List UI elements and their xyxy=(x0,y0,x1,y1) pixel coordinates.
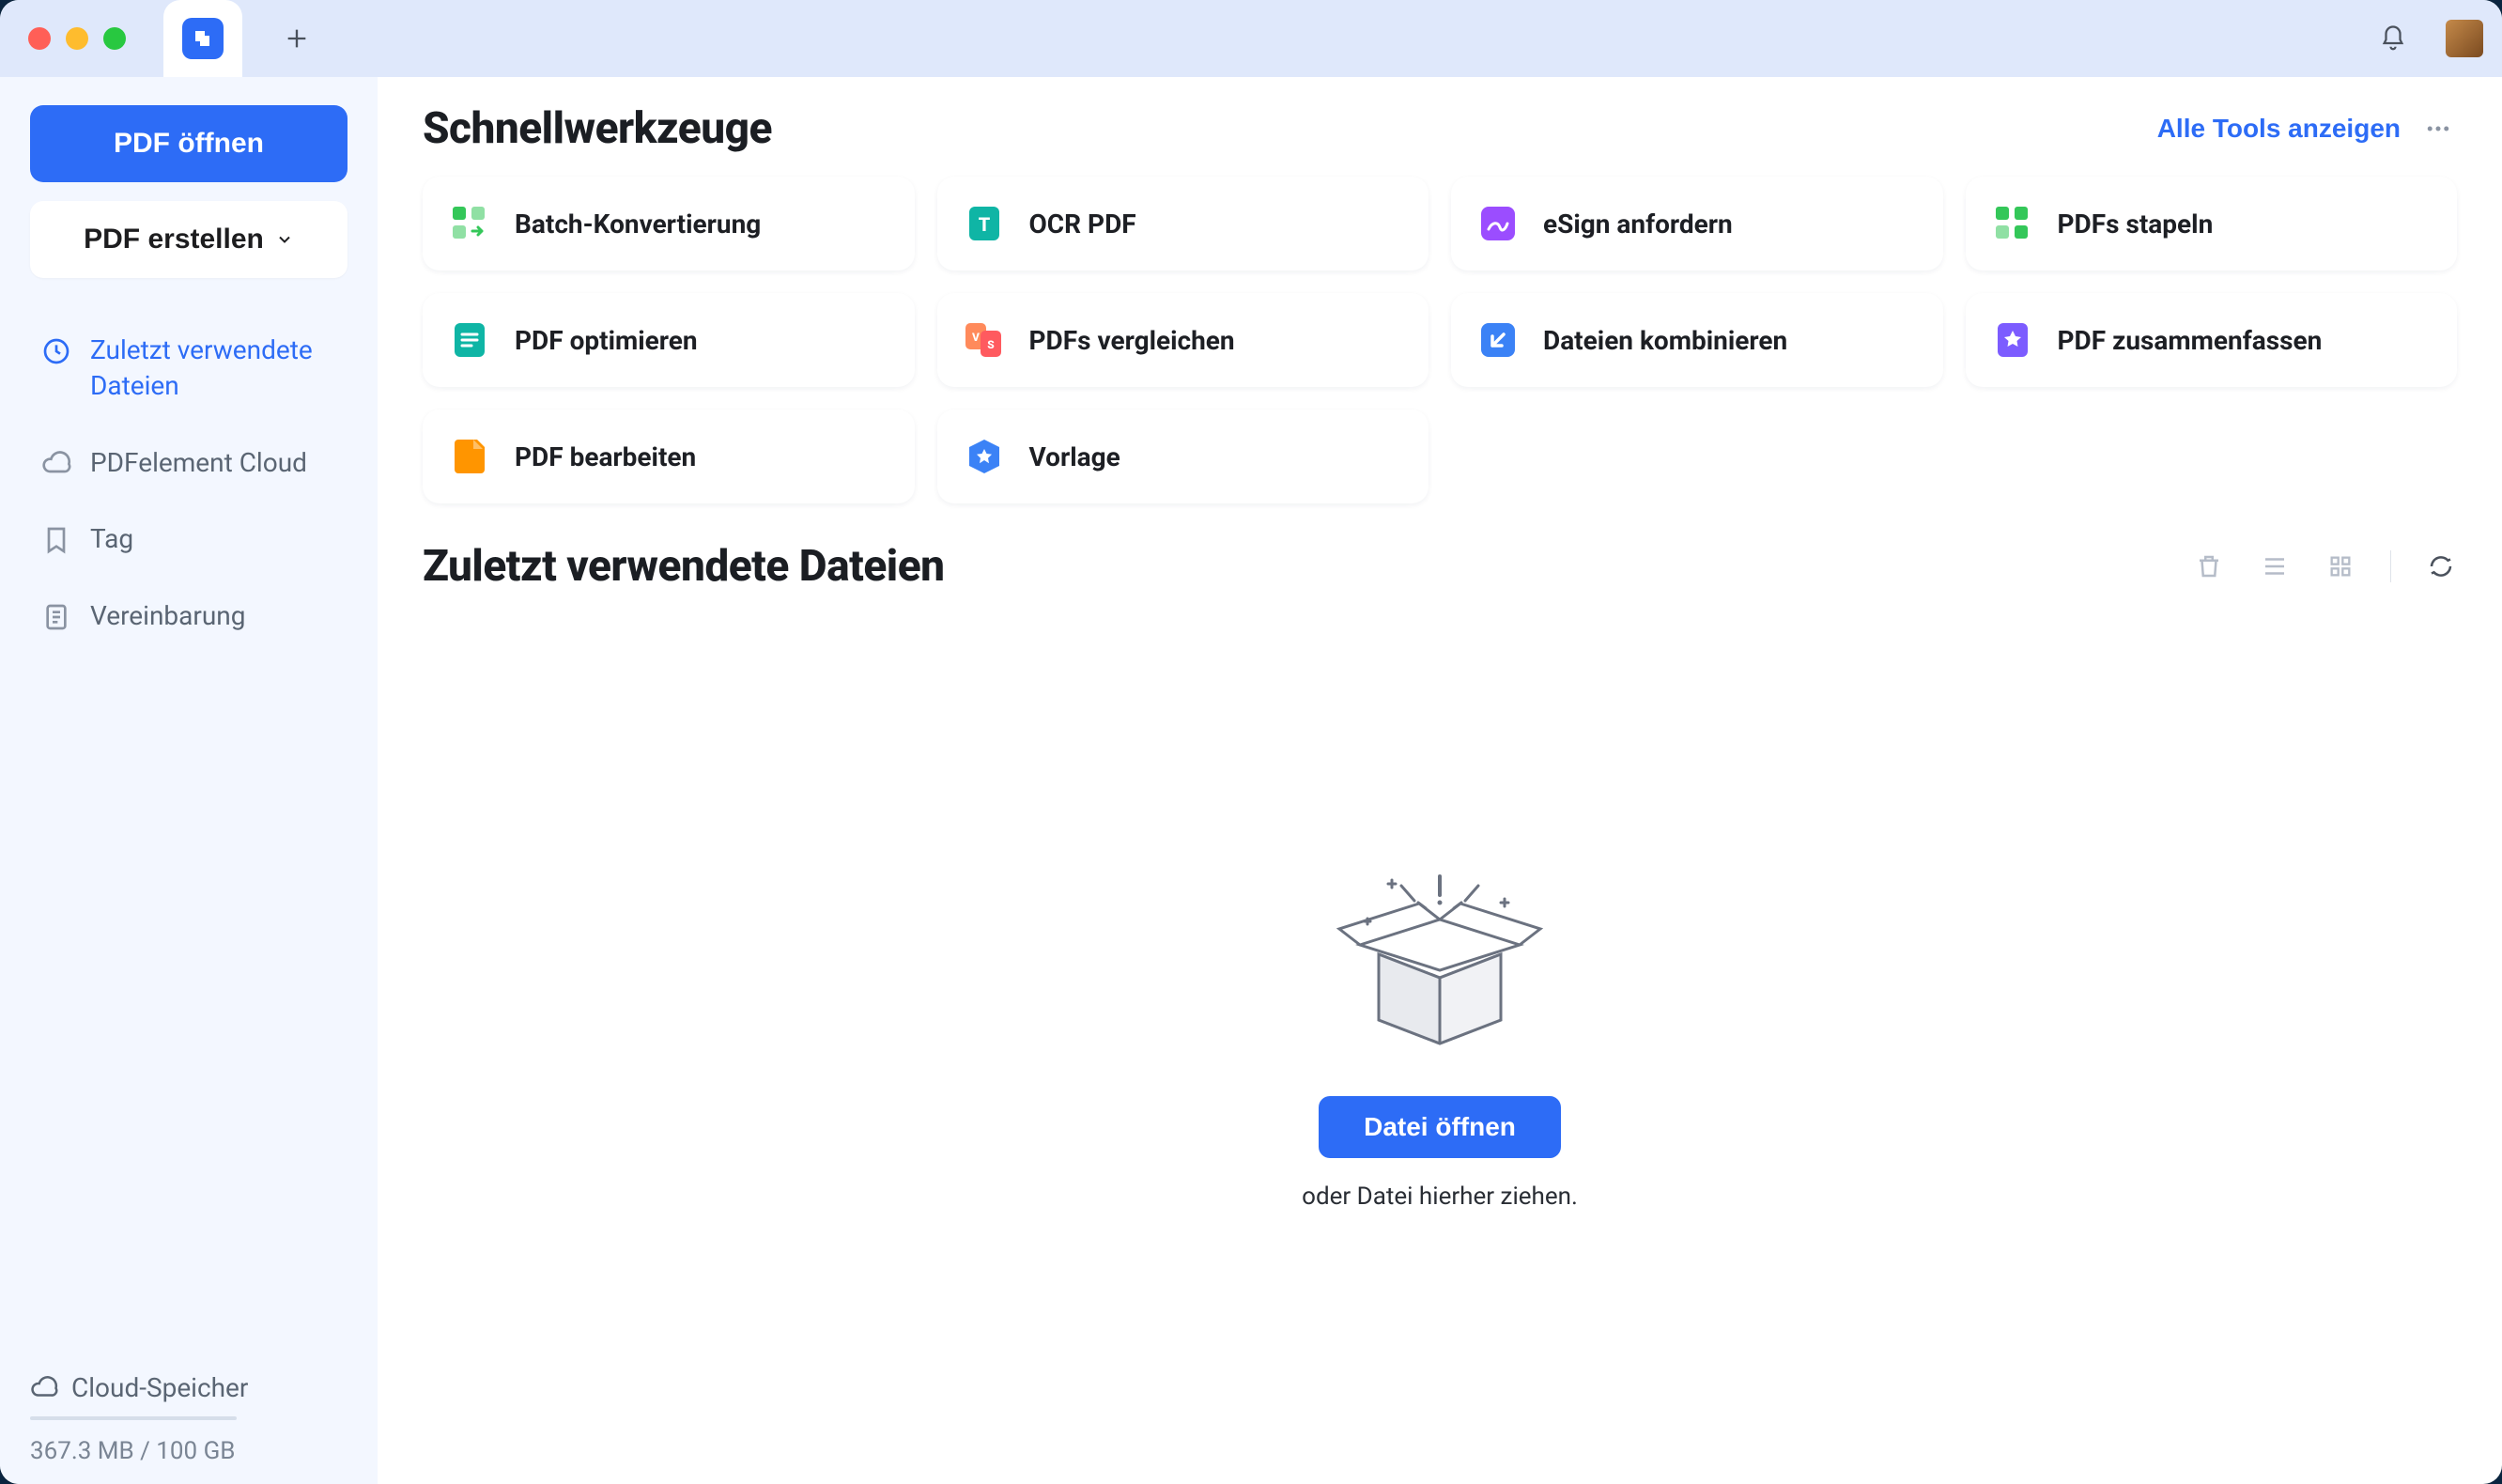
tool-card[interactable]: PDF zusammenfassen xyxy=(1966,293,2458,387)
template-icon xyxy=(962,434,1007,479)
sidebar-item-agreement[interactable]: Vereinbarung xyxy=(30,580,348,653)
quick-tools-header: Schnellwerkzeuge Alle Tools anzeigen xyxy=(423,103,2457,154)
tool-label: PDF zusammenfassen xyxy=(2058,325,2323,356)
bookmark-icon xyxy=(41,525,71,555)
tool-card[interactable]: VS PDFs vergleichen xyxy=(937,293,1429,387)
tool-card[interactable]: eSign anfordern xyxy=(1451,177,1943,271)
quick-tools-title: Schnellwerkzeuge xyxy=(423,103,772,154)
minimize-window-button[interactable] xyxy=(66,27,88,50)
show-all-tools-link[interactable]: Alle Tools anzeigen xyxy=(2157,114,2401,144)
tool-label: PDF optimieren xyxy=(515,325,698,356)
cloud-storage-label: Cloud-Speicher xyxy=(71,1372,248,1403)
tool-card[interactable]: PDFs stapeln xyxy=(1966,177,2458,271)
tool-label: Vorlage xyxy=(1029,441,1120,472)
open-pdf-button[interactable]: PDF öffnen xyxy=(30,105,348,182)
cloud-storage-link[interactable]: Cloud-Speicher xyxy=(30,1372,348,1403)
separator xyxy=(2390,550,2391,582)
chevron-down-icon xyxy=(275,230,294,249)
combine-icon xyxy=(1475,317,1521,363)
sidebar-item-tag[interactable]: Tag xyxy=(30,502,348,576)
titlebar xyxy=(0,0,2502,77)
batch-convert-icon xyxy=(447,201,492,246)
main-content: Schnellwerkzeuge Alle Tools anzeigen Bat… xyxy=(378,77,2502,1484)
sidebar-item-cloud[interactable]: PDFelement Cloud xyxy=(30,426,348,500)
optimize-icon xyxy=(447,317,492,363)
home-tab[interactable] xyxy=(163,0,242,77)
tool-label: PDFs vergleichen xyxy=(1029,325,1235,356)
tool-label: eSign anfordern xyxy=(1543,209,1733,240)
tool-card[interactable]: Batch-Konvertierung xyxy=(423,177,915,271)
storage-usage: 367.3 MB / 100 GB xyxy=(30,1437,348,1465)
sidebar-item-label: Zuletzt verwendete Dateien xyxy=(90,332,336,404)
drag-hint: oder Datei hierher ziehen. xyxy=(1302,1183,1578,1211)
new-tab-button[interactable] xyxy=(267,8,327,69)
empty-state: Datei öffnen oder Datei hierher ziehen. xyxy=(423,601,2457,1465)
list-view-button[interactable] xyxy=(2259,550,2291,582)
edit-icon xyxy=(447,434,492,479)
ocr-icon: T xyxy=(962,201,1007,246)
more-tools-button[interactable] xyxy=(2419,110,2457,147)
quick-tools-grid: Batch-Konvertierung T OCR PDF eSign anforde… xyxy=(423,177,2457,503)
svg-text:T: T xyxy=(978,213,990,236)
recent-toolbar xyxy=(2193,550,2457,582)
esign-icon xyxy=(1475,201,1521,246)
sidebar-item-label: Tag xyxy=(90,521,133,557)
close-window-button[interactable] xyxy=(28,27,51,50)
grid-view-button[interactable] xyxy=(2324,550,2356,582)
user-avatar[interactable] xyxy=(2446,20,2483,57)
open-file-button[interactable]: Datei öffnen xyxy=(1319,1096,1561,1158)
sidebar-item-recent[interactable]: Zuletzt verwendete Dateien xyxy=(30,314,348,423)
tool-label: OCR PDF xyxy=(1029,209,1136,240)
cloud-icon xyxy=(30,1374,58,1402)
notifications-button[interactable] xyxy=(2374,20,2412,57)
summarize-icon xyxy=(1990,317,2035,363)
recent-files-header: Zuletzt verwendete Dateien xyxy=(423,541,2457,592)
cloud-icon xyxy=(41,449,71,479)
sidebar-nav: Zuletzt verwendete Dateien PDFelement Cl… xyxy=(30,314,348,653)
app-logo-icon xyxy=(182,18,224,59)
svg-text:S: S xyxy=(987,338,995,351)
tool-card[interactable]: PDF optimieren xyxy=(423,293,915,387)
svg-text:V: V xyxy=(972,331,980,344)
tool-label: PDFs stapeln xyxy=(2058,209,2214,240)
tool-card[interactable]: Vorlage xyxy=(937,410,1429,503)
compare-icon: VS xyxy=(962,317,1007,363)
tool-label: PDF bearbeiten xyxy=(515,441,696,472)
tool-label: Dateien kombinieren xyxy=(1543,325,1787,356)
clock-icon xyxy=(41,336,71,366)
empty-box-illustration xyxy=(1332,856,1548,1072)
document-icon xyxy=(41,602,71,632)
tool-card[interactable]: PDF bearbeiten xyxy=(423,410,915,503)
stack-icon xyxy=(1990,201,2035,246)
create-pdf-button[interactable]: PDF erstellen xyxy=(30,201,348,278)
sidebar: PDF öffnen PDF erstellen Zuletzt verwend… xyxy=(0,77,378,1484)
delete-button[interactable] xyxy=(2193,550,2225,582)
window-controls xyxy=(28,27,126,50)
sidebar-item-label: PDFelement Cloud xyxy=(90,445,307,481)
storage-progress xyxy=(30,1416,237,1420)
zoom-window-button[interactable] xyxy=(103,27,126,50)
create-pdf-label: PDF erstellen xyxy=(84,224,264,255)
sidebar-item-label: Vereinbarung xyxy=(90,598,245,634)
app-window: PDF öffnen PDF erstellen Zuletzt verwend… xyxy=(0,0,2502,1484)
refresh-button[interactable] xyxy=(2425,550,2457,582)
tool-label: Batch-Konvertierung xyxy=(515,209,761,240)
tool-card[interactable]: Dateien kombinieren xyxy=(1451,293,1943,387)
recent-files-title: Zuletzt verwendete Dateien xyxy=(423,541,945,592)
tool-card[interactable]: T OCR PDF xyxy=(937,177,1429,271)
